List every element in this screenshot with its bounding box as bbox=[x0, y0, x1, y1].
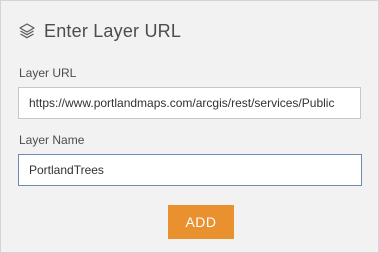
layer-url-label: Layer URL bbox=[19, 66, 77, 80]
layer-url-input[interactable] bbox=[18, 87, 361, 119]
panel-header: Enter Layer URL bbox=[18, 18, 181, 44]
add-button[interactable]: ADD bbox=[168, 205, 234, 239]
layers-icon bbox=[18, 22, 36, 40]
layer-name-label: Layer Name bbox=[19, 133, 85, 147]
layer-name-input[interactable] bbox=[18, 154, 362, 186]
enter-layer-url-panel: Enter Layer URL Layer URL Layer Name ADD bbox=[0, 0, 379, 253]
panel-title: Enter Layer URL bbox=[44, 20, 182, 41]
